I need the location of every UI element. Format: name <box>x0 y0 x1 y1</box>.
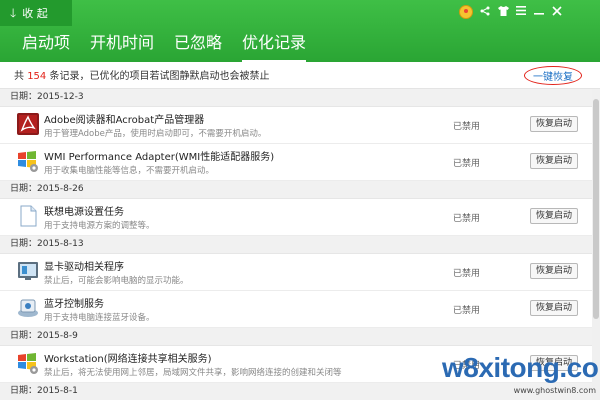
menu-icon[interactable] <box>512 6 530 18</box>
item-description: 用于收集电脑性能等信息，不需要开机启动。 <box>44 166 215 176</box>
acrobat-icon <box>16 112 40 136</box>
records-list: 日期：2015-12-3 Adobe阅读器和Acrobat产品管理器 用于管理A… <box>0 89 592 400</box>
minimize-icon[interactable] <box>530 6 548 19</box>
item-status: 已禁用 <box>453 122 481 132</box>
item-name: Adobe阅读器和Acrobat产品管理器 <box>44 115 205 126</box>
item-description: 用于支持电脑连接蓝牙设备。 <box>44 313 155 323</box>
item-description: 用于支持电源方案的调整等。 <box>44 221 155 231</box>
tab-ignored[interactable]: 已忽略 <box>174 30 222 60</box>
list-item: Adobe阅读器和Acrobat产品管理器 用于管理Adobe产品，使用时启动即… <box>0 107 592 144</box>
date-header: 日期：2015-8-9 <box>0 328 592 346</box>
windows-service-icon <box>16 149 40 173</box>
item-description: 禁止后，将无法使用网上邻居，局域网文件共享，影响网络连接的创建和关闭等 <box>44 368 342 378</box>
date-header: 日期：2015-8-13 <box>0 236 592 254</box>
info-bar: 共 154 条记录，已优化的项目若试图静默启动也会被禁止 一键恢复 <box>0 62 600 89</box>
summary-prefix: 共 <box>14 71 28 82</box>
item-status: 已禁用 <box>453 361 481 371</box>
record-count: 154 <box>27 71 47 82</box>
window-controls <box>476 4 566 20</box>
item-description: 用于管理Adobe产品，使用时启动即可，不需要开机启动。 <box>44 129 267 139</box>
share-icon[interactable] <box>476 6 494 19</box>
arrow-down-icon: 🡓 <box>10 6 17 20</box>
collapse-button[interactable]: 🡓 收 起 <box>0 0 72 26</box>
display-driver-icon <box>16 259 40 283</box>
item-status: 已禁用 <box>453 306 481 316</box>
item-name: 蓝牙控制服务 <box>44 299 104 310</box>
restore-startup-button[interactable]: 恢复启动 <box>530 116 578 132</box>
restore-startup-button[interactable]: 恢复启动 <box>530 153 578 169</box>
medal-icon[interactable] <box>459 5 473 19</box>
date-header: 日期：2015-8-26 <box>0 181 592 199</box>
restore-startup-button[interactable]: 恢复启动 <box>530 355 578 371</box>
list-item: WMI Performance Adapter(WMI性能适配器服务) 用于收集… <box>0 144 592 181</box>
bluetooth-service-icon <box>16 296 40 320</box>
tab-bar: 启动项 开机时间 已忽略 优化记录 <box>22 30 326 63</box>
item-status: 已禁用 <box>453 214 481 224</box>
item-name: 显卡驱动相关程序 <box>44 262 124 273</box>
date-header: 日期：2015-8-1 <box>0 383 592 400</box>
item-status: 已禁用 <box>453 269 481 279</box>
tab-optimization-records[interactable]: 优化记录 <box>242 30 307 63</box>
document-icon <box>16 204 40 228</box>
title-bar: 🡓 收 起 启动项 开机时间 已忽略 优化记录 <box>0 0 600 63</box>
list-item: Workstation(网络连接共享相关服务) 禁止后，将无法使用网上邻居，局域… <box>0 346 592 383</box>
record-summary: 共 154 条记录，已优化的项目若试图静默启动也会被禁止 <box>14 67 269 82</box>
restore-startup-button[interactable]: 恢复启动 <box>530 208 578 224</box>
scrollbar[interactable] <box>592 89 600 400</box>
item-name: 联想电源设置任务 <box>44 207 124 218</box>
summary-suffix: 条记录，已优化的项目若试图静默启动也会被禁止 <box>46 71 270 82</box>
shirt-icon[interactable] <box>494 5 512 19</box>
restore-all-link[interactable]: 一键恢复 <box>524 66 582 85</box>
scrollbar-thumb[interactable] <box>593 99 599 319</box>
restore-startup-button[interactable]: 恢复启动 <box>530 263 578 279</box>
item-status: 已禁用 <box>453 159 481 169</box>
collapse-label: 收 起 <box>22 7 48 20</box>
windows-service-icon <box>16 351 40 375</box>
item-name: WMI Performance Adapter(WMI性能适配器服务) <box>44 152 275 163</box>
close-icon[interactable] <box>548 5 566 19</box>
date-header: 日期：2015-12-3 <box>0 89 592 107</box>
list-item: 显卡驱动相关程序 禁止后，可能会影响电脑的显示功能。 已禁用 恢复启动 <box>0 254 592 291</box>
list-item: 蓝牙控制服务 用于支持电脑连接蓝牙设备。 已禁用 恢复启动 <box>0 291 592 328</box>
tab-boot-time[interactable]: 开机时间 <box>90 30 154 60</box>
item-name: Workstation(网络连接共享相关服务) <box>44 354 212 365</box>
tab-startup-items[interactable]: 启动项 <box>22 30 70 60</box>
item-description: 禁止后，可能会影响电脑的显示功能。 <box>44 276 189 286</box>
restore-startup-button[interactable]: 恢复启动 <box>530 300 578 316</box>
list-item: 联想电源设置任务 用于支持电源方案的调整等。 已禁用 恢复启动 <box>0 199 592 236</box>
